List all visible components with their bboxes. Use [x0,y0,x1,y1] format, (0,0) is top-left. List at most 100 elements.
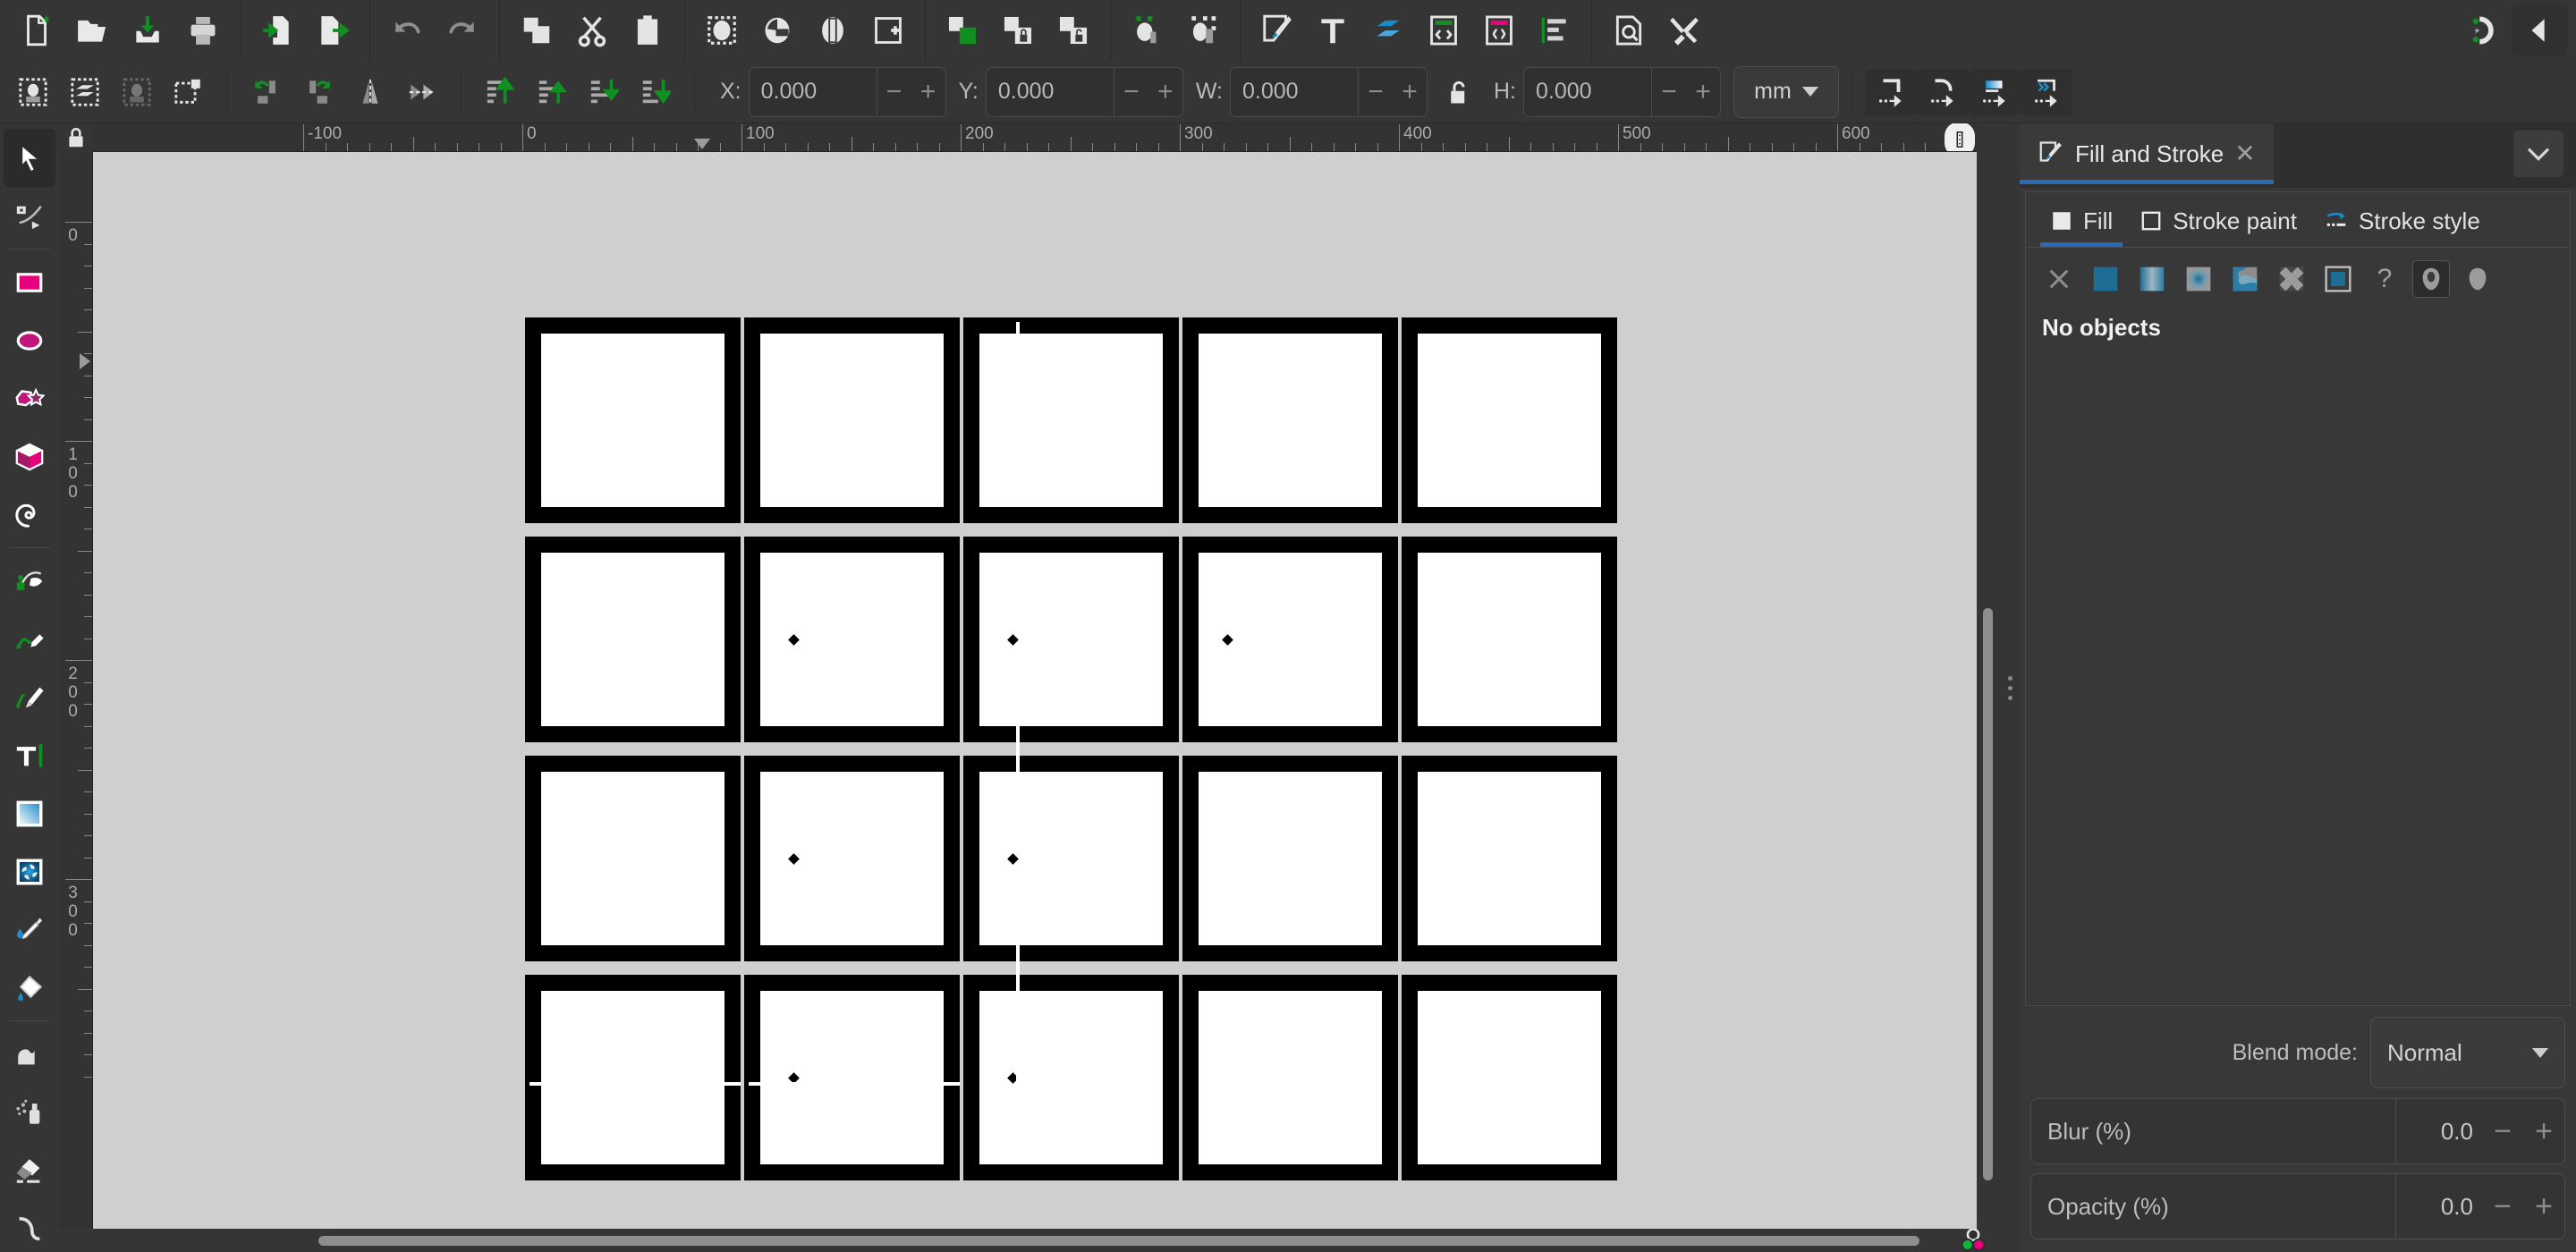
lower-to-bottom-button[interactable] [630,69,682,115]
zoom-page-button[interactable] [805,5,860,55]
x-field[interactable]: − + [748,66,946,117]
fill-stroke-dialog-button[interactable] [1250,5,1305,55]
canvas-shape-square[interactable] [1182,975,1398,1180]
paint-unknown-button[interactable]: ? [2366,260,2403,298]
canvas-shape-square[interactable] [525,537,741,742]
canvas-viewport[interactable] [93,152,1977,1229]
lock-aspect-ratio-toggle[interactable] [1433,69,1485,115]
flip-vertical-button[interactable] [396,69,448,115]
text-font-dialog-button[interactable] [1305,5,1360,55]
blur-value[interactable]: 0.0 [2396,1118,2482,1146]
ungroup-button[interactable] [990,5,1046,55]
blend-mode-selector[interactable]: Normal [2370,1017,2565,1088]
undo-button[interactable] [379,5,435,55]
paint-pattern-button[interactable] [2273,260,2310,298]
layers-dialog-button[interactable] [1360,5,1416,55]
tool-calligraphy[interactable] [4,668,55,726]
canvas-shape-square[interactable] [1402,975,1617,1180]
tool-star[interactable] [4,369,55,427]
zoom-drawing-button[interactable] [750,5,805,55]
color-wheel-icon[interactable] [1946,1228,2000,1252]
h-field[interactable]: − + [1522,66,1721,117]
horizontal-scrollbar-thumb[interactable] [318,1236,1919,1246]
selectors-dialog-button[interactable] [1471,5,1527,55]
canvas-shape-square[interactable] [744,975,960,1180]
tab-stroke-paint[interactable]: Stroke paint [2126,195,2310,247]
redo-button[interactable] [435,5,490,55]
canvas-shape-square[interactable] [1182,537,1398,742]
blur-slider[interactable]: Blur (%) 0.0 − + [2030,1098,2565,1164]
canvas-shape-square[interactable] [1182,756,1398,961]
document-page[interactable] [93,152,1977,1229]
canvas-shape-square[interactable] [1402,537,1617,742]
x-increment-button[interactable]: + [911,68,945,116]
canvas-shape-square[interactable] [963,537,1179,742]
select-same-button[interactable] [163,69,215,115]
transform-gradients-toggle[interactable] [1968,68,2021,115]
canvas-shape-square[interactable] [963,975,1179,1180]
w-decrement-button[interactable]: − [1359,68,1393,116]
tool-pen[interactable] [4,552,55,610]
canvas-shape-square[interactable] [1402,756,1617,961]
transform-corners-toggle[interactable] [1916,68,1969,115]
preferences-button[interactable] [1657,5,1712,55]
save-document-button[interactable] [120,5,175,55]
vertical-scrollbar[interactable] [1977,152,2000,1229]
transform-patterns-toggle[interactable] [2020,68,2072,115]
copy-button[interactable] [509,5,564,55]
fill-rule-nonzero-button[interactable] [2459,260,2496,298]
dock-collapse-button[interactable] [2513,131,2563,177]
opacity-value[interactable]: 0.0 [2396,1193,2482,1221]
w-field-input[interactable] [1230,67,1358,116]
blur-increment-button[interactable]: + [2523,1099,2564,1163]
canvas-shape-square[interactable] [963,317,1179,523]
objects-panel-button[interactable] [1120,5,1175,55]
rotate-ccw-button[interactable] [241,69,292,115]
paint-radial-gradient-button[interactable] [2180,260,2217,298]
canvas-shape-square[interactable] [1402,317,1617,523]
w-increment-button[interactable]: + [1393,68,1427,116]
tool-pencil[interactable] [4,610,55,668]
tool-mesh[interactable] [4,842,55,901]
y-field[interactable]: − + [985,66,1183,117]
vertical-ruler[interactable]: 0 100 200 300 [59,152,93,1229]
open-document-button[interactable] [64,5,120,55]
zoom-selection-button[interactable] [694,5,750,55]
opacity-slider[interactable]: Opacity (%) 0.0 − + [2030,1173,2565,1239]
tool-dropper[interactable] [4,901,55,959]
h-decrement-button[interactable]: − [1652,68,1686,116]
tool-3dbox[interactable] [4,427,55,486]
paint-flat-color-button[interactable] [2087,260,2124,298]
document-properties-button[interactable] [1601,5,1657,55]
paint-swatch-button[interactable] [2319,260,2357,298]
horizontal-ruler[interactable]: -100 0 100 200 300 400 500 600 [93,123,1977,152]
x-field-input[interactable] [749,67,877,116]
rotate-cw-button[interactable] [292,69,344,115]
xml-editor-button[interactable] [1416,5,1471,55]
y-decrement-button[interactable]: − [1114,68,1148,116]
canvas-shape-square[interactable] [1182,317,1398,523]
import-button[interactable] [250,5,305,55]
transform-stroke-toggle[interactable] [1864,68,1917,115]
tab-stroke-style[interactable]: Stroke style [2310,195,2494,247]
canvas-shape-square[interactable] [525,756,741,961]
snap-toggle-button[interactable] [2456,5,2512,55]
y-field-input[interactable] [986,67,1114,116]
canvas-shape-square[interactable] [525,975,741,1180]
opacity-increment-button[interactable]: + [2523,1174,2564,1239]
print-document-button[interactable] [175,5,231,55]
fill-rule-evenodd-button[interactable] [2412,260,2450,298]
lower-button[interactable] [578,69,630,115]
vertical-scrollbar-thumb[interactable] [1983,608,1993,1180]
ruler-corner-lock-button[interactable] [59,123,93,152]
tool-text[interactable] [4,726,55,784]
enter-group-button[interactable] [1046,5,1101,55]
canvas-shape-square[interactable] [744,756,960,961]
tool-selector[interactable] [4,129,55,187]
zoom-page-indicator-icon[interactable] [1945,123,1975,151]
horizontal-scrollbar[interactable] [59,1229,1946,1252]
tool-spray[interactable] [4,1083,55,1141]
h-increment-button[interactable]: + [1686,68,1720,116]
transform-panel-button[interactable] [1175,5,1231,55]
paint-linear-gradient-button[interactable] [2133,260,2171,298]
